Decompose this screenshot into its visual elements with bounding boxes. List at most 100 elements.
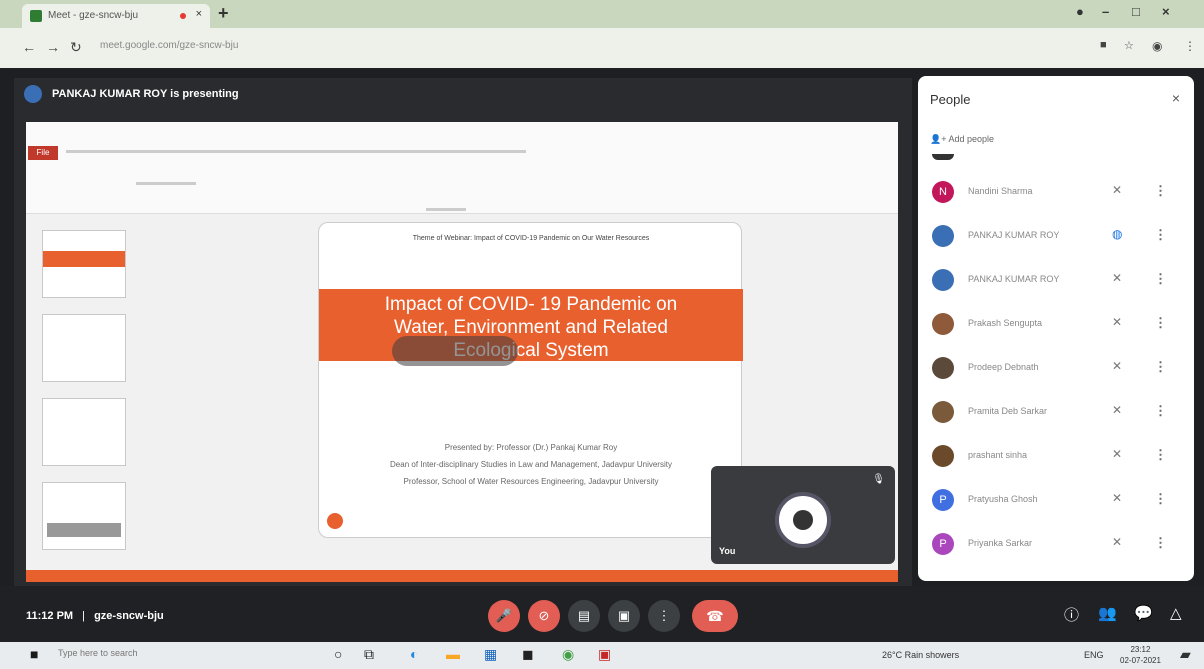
more-options-button[interactable]: ⋮: [648, 600, 680, 632]
current-slide: Theme of Webinar: Impact of COVID-19 Pan…: [318, 222, 743, 538]
participant-menu-icon[interactable]: ⋮: [1154, 227, 1167, 243]
camera-toggle-button[interactable]: ⊘: [528, 600, 560, 632]
language-indicator[interactable]: ENG: [1084, 650, 1104, 660]
browser-menu-icon[interactable]: ⋮: [1184, 39, 1196, 53]
activities-icon[interactable]: △: [1170, 604, 1182, 622]
notifications-icon[interactable]: ▰: [1180, 646, 1191, 663]
profile-icon[interactable]: ●: [1076, 4, 1084, 19]
acrobat-icon[interactable]: ▣: [598, 646, 611, 663]
participant-avatar: [932, 225, 954, 247]
speaking-indicator-icon: ◍: [1112, 227, 1123, 241]
cortana-icon[interactable]: ○: [334, 646, 342, 662]
windows-start-icon[interactable]: ■: [30, 646, 38, 662]
slide-title-band: Impact of COVID- 19 Pandemic on Water, E…: [319, 289, 743, 361]
mic-muted-icon: ✕: [1112, 183, 1123, 197]
participant-menu-icon[interactable]: ⋮: [1154, 271, 1167, 287]
mic-muted-icon: ✕: [1112, 447, 1123, 461]
participant-menu-icon[interactable]: ⋮: [1154, 183, 1167, 199]
recording-dot-icon: [180, 13, 186, 19]
mic-muted-icon: ✕: [1112, 315, 1123, 329]
close-tab-icon[interactable]: ×: [196, 8, 202, 20]
participant-row[interactable]: PANKAJ KUMAR ROY ✕ ⋮: [918, 262, 1194, 300]
close-window-icon[interactable]: ×: [1162, 4, 1170, 19]
slide-title-line: Impact of COVID- 19 Pandemic on: [384, 294, 678, 315]
captions-button[interactable]: ▤: [568, 600, 600, 632]
close-panel-icon[interactable]: ×: [1172, 90, 1180, 106]
store-icon[interactable]: ▦: [484, 646, 497, 663]
byline-line: Presented by: Professor (Dr.) Pankaj Kum…: [444, 443, 618, 452]
presenting-overlay[interactable]: [392, 336, 518, 366]
minimize-icon[interactable]: –: [1102, 4, 1109, 19]
participant-name: prashant sinha: [968, 450, 1028, 460]
participant-avatar: [932, 357, 954, 379]
slide-thumbnail: [42, 398, 126, 466]
mic-muted-icon: ✕: [1112, 271, 1123, 285]
back-icon[interactable]: ←: [22, 39, 36, 55]
ppt-file-tab: File: [28, 146, 58, 160]
participant-name: PANKAJ KUMAR ROY: [968, 230, 1060, 240]
app-icon[interactable]: ◼: [522, 646, 534, 663]
participant-name: Nandini Sharma: [968, 186, 1033, 196]
chat-icon[interactable]: 💬: [1134, 604, 1153, 622]
presenter-text: PANKAJ KUMAR ROY is presenting: [52, 88, 239, 100]
slide-byline: Presented by: Professor (Dr.) Pankaj Kum…: [319, 439, 743, 490]
participant-menu-icon[interactable]: ⋮: [1154, 403, 1167, 419]
participant-menu-icon[interactable]: ⋮: [1154, 491, 1167, 507]
taskbar-search[interactable]: Type here to search: [58, 648, 138, 658]
participant-avatar: N: [932, 181, 954, 203]
present-button[interactable]: ▣: [608, 600, 640, 632]
meeting-details-icon[interactable]: ⓘ: [1064, 604, 1079, 625]
slide-thumbnail: [42, 482, 126, 550]
clock-time: 23:12: [1130, 645, 1151, 654]
participant-avatar: [932, 445, 954, 467]
participant-row[interactable]: Prodeep Debnath ✕ ⋮: [918, 350, 1194, 388]
self-avatar-logo: [775, 492, 831, 548]
people-icon[interactable]: 👥: [1098, 604, 1117, 622]
participant-row[interactable]: N Nandini Sharma ✕ ⋮: [918, 174, 1194, 212]
taskbar-clock[interactable]: 23:12 02-07-2021: [1120, 644, 1161, 666]
participant-menu-icon[interactable]: ⋮: [1154, 315, 1167, 331]
participant-row[interactable]: PANKAJ KUMAR ROY ◍ ⋮: [918, 218, 1194, 256]
participant-row[interactable]: prashant sinha ✕ ⋮: [918, 438, 1194, 476]
url-field[interactable]: meet.google.com/gze-sncw-bju: [100, 40, 238, 51]
participant-row[interactable]: Prakash Sengupta ✕ ⋮: [918, 306, 1194, 344]
mic-muted-icon: ✕: [1112, 491, 1123, 505]
mic-toggle-button[interactable]: 🎤: [488, 600, 520, 632]
participant-avatar: P: [932, 533, 954, 555]
maximize-icon[interactable]: □: [1132, 4, 1140, 19]
meet-control-bar: 11:12 PM | gze-sncw-bju 🎤 ⊘ ▤ ▣ ⋮ ☎ ⓘ 👥 …: [0, 586, 1204, 642]
file-explorer-icon[interactable]: ▬: [446, 646, 460, 662]
participant-avatar: [932, 401, 954, 423]
edge-icon[interactable]: ◐: [410, 646, 418, 662]
participant-row[interactable]: P Priyanka Sarkar ✕ ⋮: [918, 526, 1194, 564]
participant-name: Pramita Deb Sarkar: [968, 406, 1048, 416]
task-view-icon[interactable]: ⧉: [364, 646, 374, 663]
leave-call-button[interactable]: ☎: [692, 600, 738, 632]
participant-name: PANKAJ KUMAR ROY: [968, 274, 1060, 284]
presenter-avatar: [24, 85, 42, 103]
participant-menu-icon[interactable]: ⋮: [1154, 535, 1167, 551]
participant-name: Pratyusha Ghosh: [968, 494, 1038, 504]
mic-off-icon: 🎙: [872, 474, 885, 485]
bookmark-star-icon[interactable]: ☆: [1124, 39, 1134, 52]
participant-name: Prodeep Debnath: [968, 362, 1039, 372]
weather-widget[interactable]: 26°C Rain showers: [882, 650, 959, 660]
chrome-icon[interactable]: ◉: [562, 646, 574, 663]
new-tab-button[interactable]: +: [218, 3, 229, 24]
participant-row[interactable]: Pramita Deb Sarkar ✕ ⋮: [918, 394, 1194, 432]
participant-name: Prakash Sengupta: [968, 318, 1043, 328]
participant-menu-icon[interactable]: ⋮: [1154, 359, 1167, 375]
browser-tab[interactable]: Meet - gze-sncw-bju ×: [22, 4, 210, 28]
self-video-tile[interactable]: 🎙 You: [711, 466, 895, 564]
account-avatar-icon[interactable]: ◉: [1152, 39, 1162, 53]
camera-permission-icon[interactable]: ■: [1100, 39, 1107, 51]
reload-icon[interactable]: ↻: [70, 39, 82, 56]
add-people-button[interactable]: 👤+ Add people: [930, 134, 994, 145]
people-panel: People × 👤+ Add people N Nandini Sharma ✕ ⋮…: [918, 76, 1194, 581]
meet-favicon-icon: [30, 10, 42, 22]
participant-menu-icon[interactable]: ⋮: [1154, 447, 1167, 463]
forward-icon[interactable]: →: [46, 39, 60, 55]
participant-row[interactable]: P Pratyusha Ghosh ✕ ⋮: [918, 482, 1194, 520]
add-person-icon: 👤+: [930, 134, 949, 144]
participant-avatar: [932, 313, 954, 335]
